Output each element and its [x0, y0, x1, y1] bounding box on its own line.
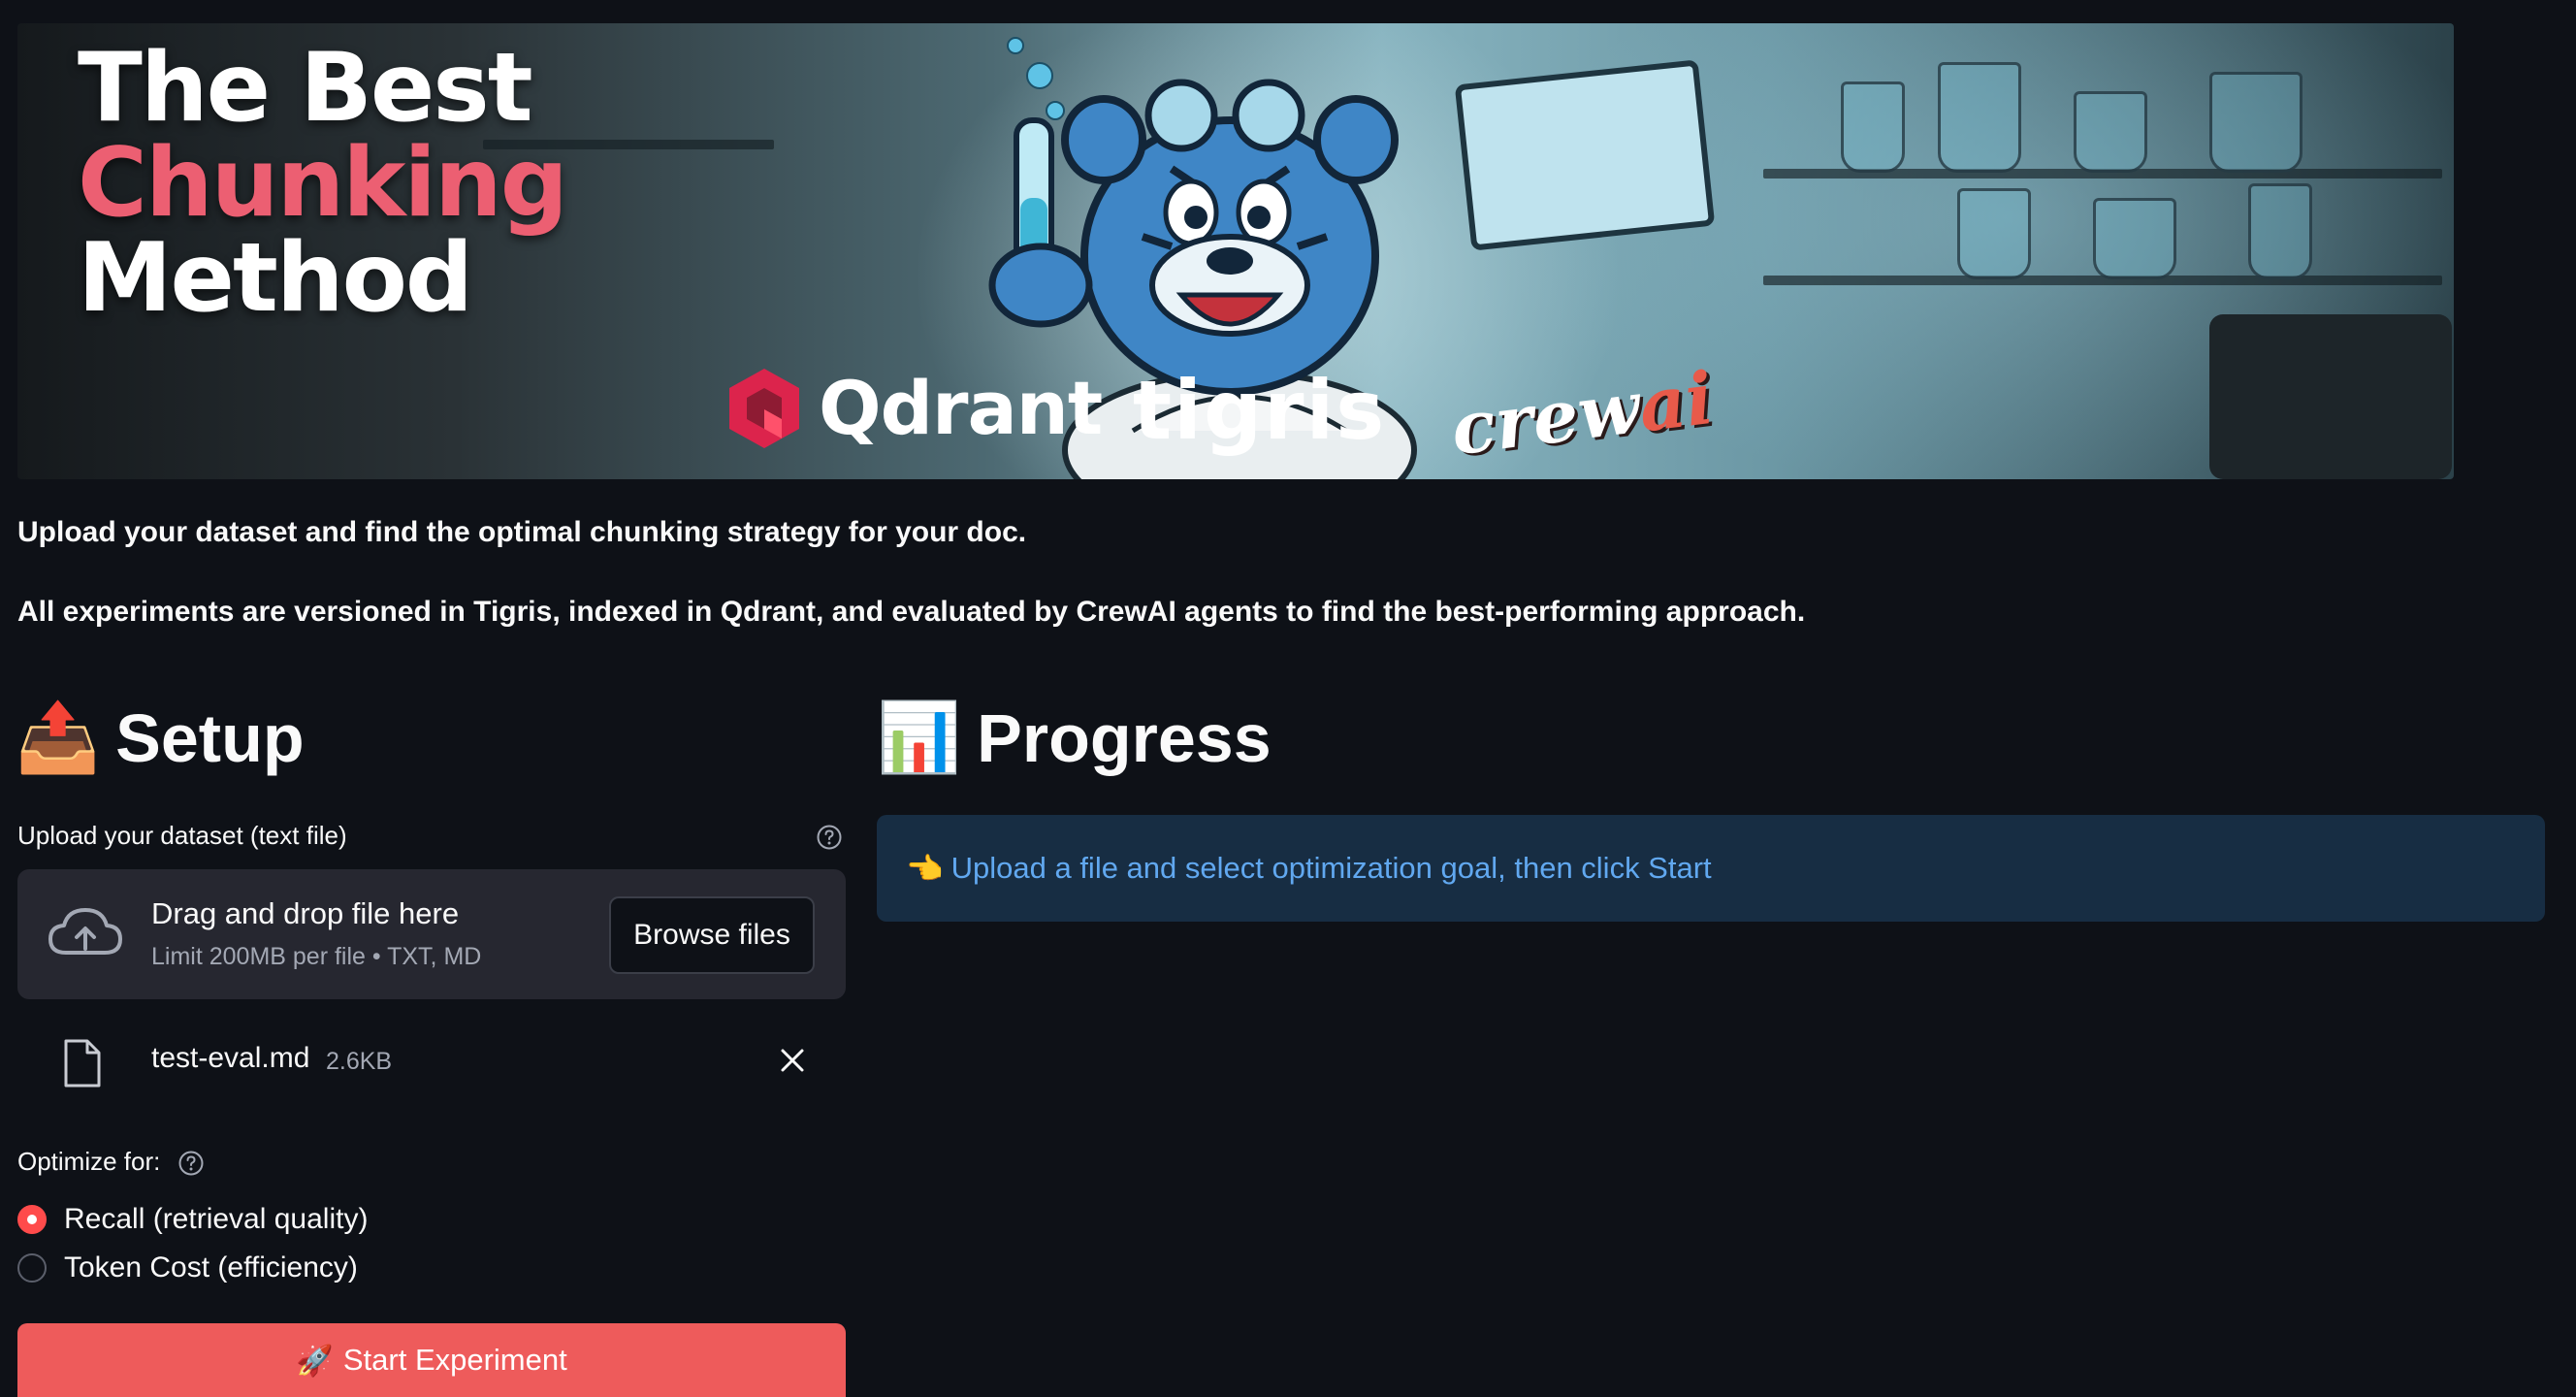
- progress-heading: 📊 Progress: [877, 698, 1272, 778]
- close-icon[interactable]: [778, 1046, 807, 1075]
- dropzone-limit-text: Limit 200MB per file • TXT, MD: [151, 943, 482, 970]
- file-icon: [64, 1039, 101, 1088]
- radio-unselected-indicator[interactable]: [17, 1253, 47, 1283]
- intro-line-1: Upload your dataset and find the optimal…: [17, 516, 1027, 548]
- pointing-hand-icon: 👈: [906, 851, 944, 886]
- qdrant-logo-text: Qdrant: [819, 365, 1103, 451]
- outbox-tray-icon: 📤: [16, 699, 101, 775]
- tigris-logo: tigris: [1133, 363, 1387, 458]
- lab-flask: [2074, 91, 2147, 173]
- cloud-upload-icon: [48, 908, 122, 955]
- crewai-logo-crew: crew: [1446, 366, 1645, 472]
- crewai-logo-ai: ai: [1634, 356, 1719, 449]
- upload-label: Upload your dataset (text file): [17, 821, 347, 850]
- rocket-icon: 🚀: [296, 1343, 334, 1378]
- lab-machine: [2209, 314, 2452, 479]
- lab-flask: [2209, 72, 2302, 173]
- app-page: The Best Chunking Method Qdrant tigris c…: [0, 0, 2576, 1397]
- banner-title-line3: Method: [78, 223, 473, 334]
- lab-flask: [1938, 62, 2021, 173]
- browse-files-button[interactable]: Browse files: [609, 896, 815, 974]
- radio-label-recall: Recall (retrieval quality): [64, 1203, 369, 1235]
- uploaded-file-row: test-eval.md 2.6KB: [17, 1028, 846, 1096]
- start-experiment-label: Start Experiment: [342, 1343, 567, 1377]
- lab-flask: [1841, 81, 1905, 173]
- intro-line-2: All experiments are versioned in Tigris,…: [17, 596, 1806, 628]
- radio-option-token-cost[interactable]: Token Cost (efficiency): [17, 1251, 358, 1284]
- progress-heading-text: Progress: [977, 700, 1272, 776]
- banner-title-line1: The Best: [78, 33, 533, 144]
- bar-chart-icon: 📊: [877, 699, 962, 775]
- radio-label-token-cost: Token Cost (efficiency): [64, 1251, 358, 1283]
- lab-flask: [2093, 198, 2176, 279]
- radio-selected-indicator[interactable]: [17, 1205, 47, 1234]
- radio-option-recall[interactable]: Recall (retrieval quality): [17, 1203, 368, 1236]
- dropzone-instructions: Drag and drop file here: [151, 896, 460, 930]
- setup-heading-text: Setup: [115, 700, 305, 776]
- question-circle-icon[interactable]: [178, 1151, 204, 1176]
- question-circle-icon[interactable]: [817, 825, 842, 850]
- hero-banner: The Best Chunking Method Qdrant tigris c…: [17, 23, 2454, 479]
- file-name: test-eval.md: [151, 1042, 310, 1074]
- progress-info-alert: 👈 Upload a file and select optimization …: [877, 815, 2545, 922]
- lab-flask: [2248, 183, 2312, 279]
- progress-info-text: Upload a file and select optimization go…: [950, 851, 1712, 885]
- optimize-label: Optimize for:: [17, 1147, 161, 1176]
- crewai-logo: crewai: [1447, 357, 1718, 471]
- lab-monitor: [1454, 59, 1716, 251]
- banner-title: The Best Chunking Method: [78, 33, 568, 334]
- file-size: 2.6KB: [326, 1048, 393, 1075]
- banner-title-line2: Chunking: [78, 128, 568, 239]
- lab-flask: [1957, 188, 2031, 279]
- start-experiment-button[interactable]: 🚀 Start Experiment: [17, 1323, 846, 1397]
- setup-heading: 📤 Setup: [16, 698, 305, 778]
- file-dropzone[interactable]: Drag and drop file here Limit 200MB per …: [17, 869, 846, 999]
- qdrant-cube-icon: [729, 368, 799, 448]
- qdrant-logo: Qdrant: [725, 365, 1103, 451]
